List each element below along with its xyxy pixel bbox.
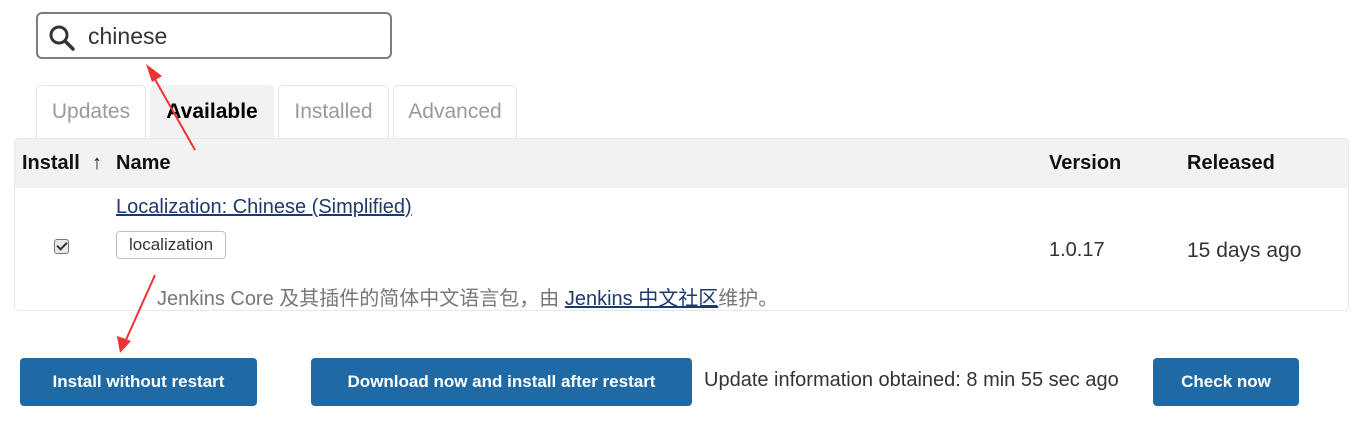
description-suffix: 维护。 [718,288,779,310]
search-input[interactable] [88,20,378,52]
install-checkbox[interactable] [54,239,69,254]
plugin-name-link[interactable]: Localization: Chinese (Simplified) [116,196,412,219]
tab-available[interactable]: Available [150,85,274,138]
tab-advanced[interactable]: Advanced [393,85,517,138]
install-without-restart-button[interactable]: Install without restart [20,358,257,406]
header-install[interactable]: Install [22,152,80,175]
update-info-text: Update information obtained: 8 min 55 se… [704,369,1119,391]
community-link[interactable]: Jenkins 中文社区 [565,288,718,310]
header-released[interactable]: Released [1187,152,1275,175]
check-now-button[interactable]: Check now [1153,358,1299,406]
plugin-table: Install ↑ Name Version Released Localiza… [14,138,1349,311]
plugin-version: 1.0.17 [1049,239,1105,261]
tab-installed[interactable]: Installed [278,85,389,138]
search-box[interactable] [36,12,392,59]
plugin-released: 15 days ago [1187,239,1302,262]
sort-arrow-icon[interactable]: ↑ [92,152,102,175]
search-icon [49,25,75,51]
download-install-after-restart-button[interactable]: Download now and install after restart [311,358,692,406]
tab-updates[interactable]: Updates [36,85,146,138]
table-header: Install ↑ Name Version Released [15,139,1348,188]
header-version[interactable]: Version [1049,152,1121,175]
plugin-category-tag[interactable]: localization [116,231,227,259]
header-name[interactable]: Name [116,152,170,175]
plugin-description: Jenkins Core 及其插件的简体中文语言包，由 Jenkins 中文社区… [157,282,778,311]
description-prefix: Jenkins Core 及其插件的简体中文语言包，由 [157,288,565,310]
